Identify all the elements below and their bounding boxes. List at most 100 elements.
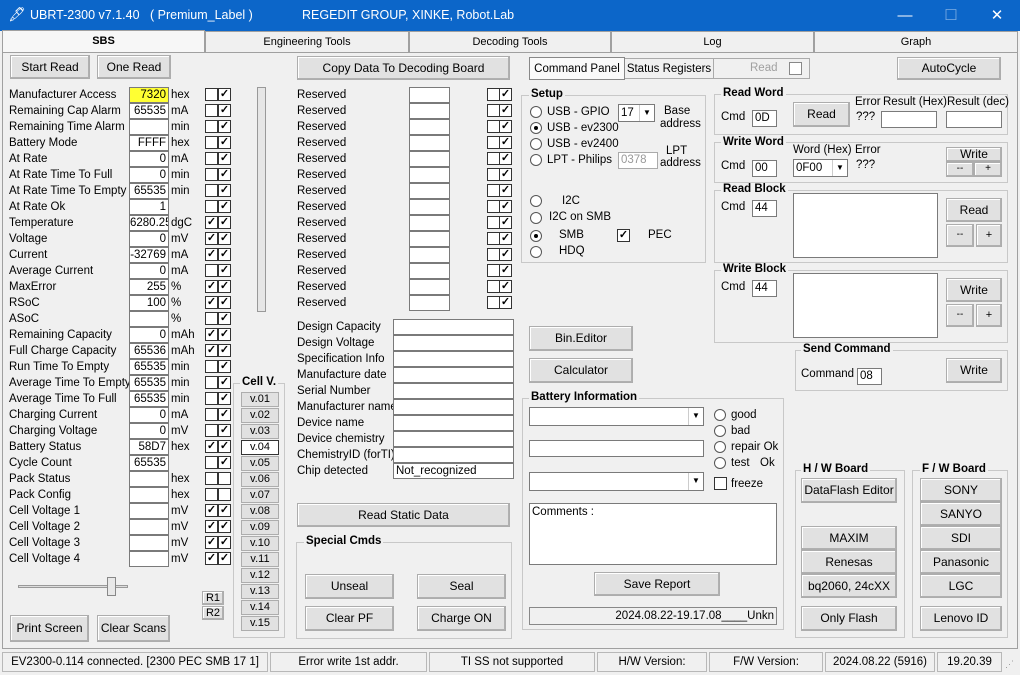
pec-checkbox[interactable]: ✓: [617, 229, 630, 242]
autocycle-button[interactable]: AutoCycle: [897, 57, 1001, 80]
save-report-button[interactable]: Save Report: [594, 572, 720, 596]
sbs-log-checkbox[interactable]: [205, 184, 218, 197]
close-icon[interactable]: ✕: [974, 0, 1020, 31]
cell-voltage-button[interactable]: v.02: [241, 408, 279, 423]
cell-voltage-button[interactable]: v.09: [241, 520, 279, 535]
read-word-button[interactable]: Read: [793, 102, 850, 127]
sbs-read-checkbox[interactable]: ✓: [218, 104, 231, 117]
write-block-button[interactable]: Write: [946, 278, 1002, 302]
r2-button[interactable]: R2: [202, 606, 224, 620]
sbs-read-checkbox[interactable]: ✓: [218, 456, 231, 469]
sbs-read-checkbox[interactable]: ✓: [218, 408, 231, 421]
cell-voltage-button[interactable]: v.15: [241, 616, 279, 631]
reserved-read-checkbox[interactable]: ✓: [499, 104, 512, 117]
write-word-minus-button[interactable]: --: [946, 162, 974, 177]
write-block-cmd-field[interactable]: 44: [752, 280, 777, 297]
tab-engineering-tools[interactable]: Engineering Tools: [205, 31, 409, 52]
tab-log[interactable]: Log: [611, 31, 814, 52]
tab-decoding-tools[interactable]: Decoding Tools: [409, 31, 611, 52]
sbs-log-checkbox[interactable]: [205, 120, 218, 133]
sbs-log-checkbox[interactable]: [205, 392, 218, 405]
tab-graph[interactable]: Graph: [814, 31, 1018, 52]
sbs-read-checkbox[interactable]: ✓: [218, 552, 231, 565]
sbs-read-checkbox[interactable]: ✓: [218, 536, 231, 549]
sbs-read-checkbox[interactable]: ✓: [218, 440, 231, 453]
dataflash-editor-button[interactable]: DataFlash Editor: [801, 478, 897, 503]
reserved-read-checkbox[interactable]: ✓: [499, 120, 512, 133]
cell-voltage-button[interactable]: v.04: [241, 440, 279, 455]
sbs-log-checkbox[interactable]: ✓: [205, 440, 218, 453]
sbs-read-checkbox[interactable]: ✓: [218, 120, 231, 133]
sbs-log-checkbox[interactable]: ✓: [205, 344, 218, 357]
minimize-icon[interactable]: —: [882, 0, 928, 31]
sbs-read-checkbox[interactable]: ✓: [218, 392, 231, 405]
sbs-log-checkbox[interactable]: [205, 424, 218, 437]
i2c-radio[interactable]: [530, 195, 542, 207]
sony-button[interactable]: SONY: [920, 478, 1002, 502]
sbs-log-checkbox[interactable]: [205, 168, 218, 181]
reserved-read-checkbox[interactable]: ✓: [499, 152, 512, 165]
write-block-data[interactable]: [793, 273, 938, 338]
sbs-log-checkbox[interactable]: [205, 152, 218, 165]
sbs-read-checkbox[interactable]: ✓: [218, 376, 231, 389]
word-hex-select[interactable]: 0F00 ▼: [793, 159, 848, 177]
sbs-log-checkbox[interactable]: [205, 376, 218, 389]
cell-voltage-button[interactable]: v.08: [241, 504, 279, 519]
sbs-read-checkbox[interactable]: ✓: [218, 264, 231, 277]
sbs-log-checkbox[interactable]: [205, 200, 218, 213]
seal-button[interactable]: Seal: [417, 574, 506, 599]
cell-voltage-button[interactable]: v.12: [241, 568, 279, 583]
sbs-read-checkbox[interactable]: ✓: [218, 88, 231, 101]
reserved-read-checkbox[interactable]: ✓: [499, 248, 512, 261]
reserved-read-checkbox[interactable]: ✓: [499, 136, 512, 149]
sbs-read-checkbox[interactable]: ✓: [218, 520, 231, 533]
i2c-smb-radio[interactable]: [530, 212, 542, 224]
reserved-read-checkbox[interactable]: ✓: [499, 264, 512, 277]
lpt-philips-radio[interactable]: [530, 154, 542, 166]
sbs-log-checkbox[interactable]: ✓: [205, 536, 218, 549]
sbs-log-checkbox[interactable]: [205, 408, 218, 421]
send-command-field[interactable]: 08: [857, 368, 882, 385]
sbs-read-checkbox[interactable]: ✓: [218, 328, 231, 341]
read-block-cmd-field[interactable]: 44: [752, 200, 777, 217]
sbs-read-checkbox[interactable]: [218, 472, 231, 485]
sbs-log-checkbox[interactable]: ✓: [205, 216, 218, 229]
base-address-select[interactable]: 17 ▼: [618, 104, 655, 122]
sbs-read-checkbox[interactable]: ✓: [218, 360, 231, 373]
cell-voltage-button[interactable]: v.03: [241, 424, 279, 439]
lgc-button[interactable]: LGC: [920, 574, 1002, 598]
sbs-log-checkbox[interactable]: ✓: [205, 248, 218, 261]
resize-grip-icon[interactable]: ⋰: [1005, 659, 1017, 671]
sbs-read-checkbox[interactable]: ✓: [218, 216, 231, 229]
test-ok-radio[interactable]: [714, 457, 726, 469]
sbs-log-checkbox[interactable]: ✓: [205, 280, 218, 293]
sbs-read-checkbox[interactable]: ✓: [218, 296, 231, 309]
sbs-read-checkbox[interactable]: ✓: [218, 504, 231, 517]
copy-data-button[interactable]: Copy Data To Decoding Board: [297, 56, 510, 80]
status-registers-tab[interactable]: Status Registers: [625, 58, 714, 79]
sbs-log-checkbox[interactable]: [205, 360, 218, 373]
result-hex-field[interactable]: [881, 111, 937, 128]
smb-radio[interactable]: [530, 230, 542, 242]
usb-ev2300-radio[interactable]: [530, 122, 542, 134]
bq2060-button[interactable]: bq2060, 24cXX: [801, 574, 897, 598]
sdi-button[interactable]: SDI: [920, 526, 1002, 550]
clear-scans-button[interactable]: Clear Scans: [97, 615, 170, 642]
bin-editor-button[interactable]: Bin.Editor: [529, 326, 633, 351]
result-dec-field[interactable]: [946, 111, 1002, 128]
bad-radio[interactable]: [714, 425, 726, 437]
cell-voltage-button[interactable]: v.14: [241, 600, 279, 615]
sbs-log-checkbox[interactable]: ✓: [205, 232, 218, 245]
sbs-log-checkbox[interactable]: [205, 264, 218, 277]
sbs-log-checkbox[interactable]: [205, 136, 218, 149]
cell-voltage-button[interactable]: v.11: [241, 552, 279, 567]
cell-voltage-button[interactable]: v.13: [241, 584, 279, 599]
read-block-button[interactable]: Read: [946, 198, 1002, 222]
unseal-button[interactable]: Unseal: [305, 574, 394, 599]
battery-info-select-2[interactable]: ▼: [529, 472, 704, 491]
scan-slider-thumb[interactable]: [107, 577, 116, 596]
sbs-read-checkbox[interactable]: ✓: [218, 232, 231, 245]
read-block-minus-button[interactable]: --: [946, 224, 974, 247]
reserved-read-checkbox[interactable]: ✓: [499, 88, 512, 101]
start-read-button[interactable]: Start Read: [10, 55, 90, 79]
